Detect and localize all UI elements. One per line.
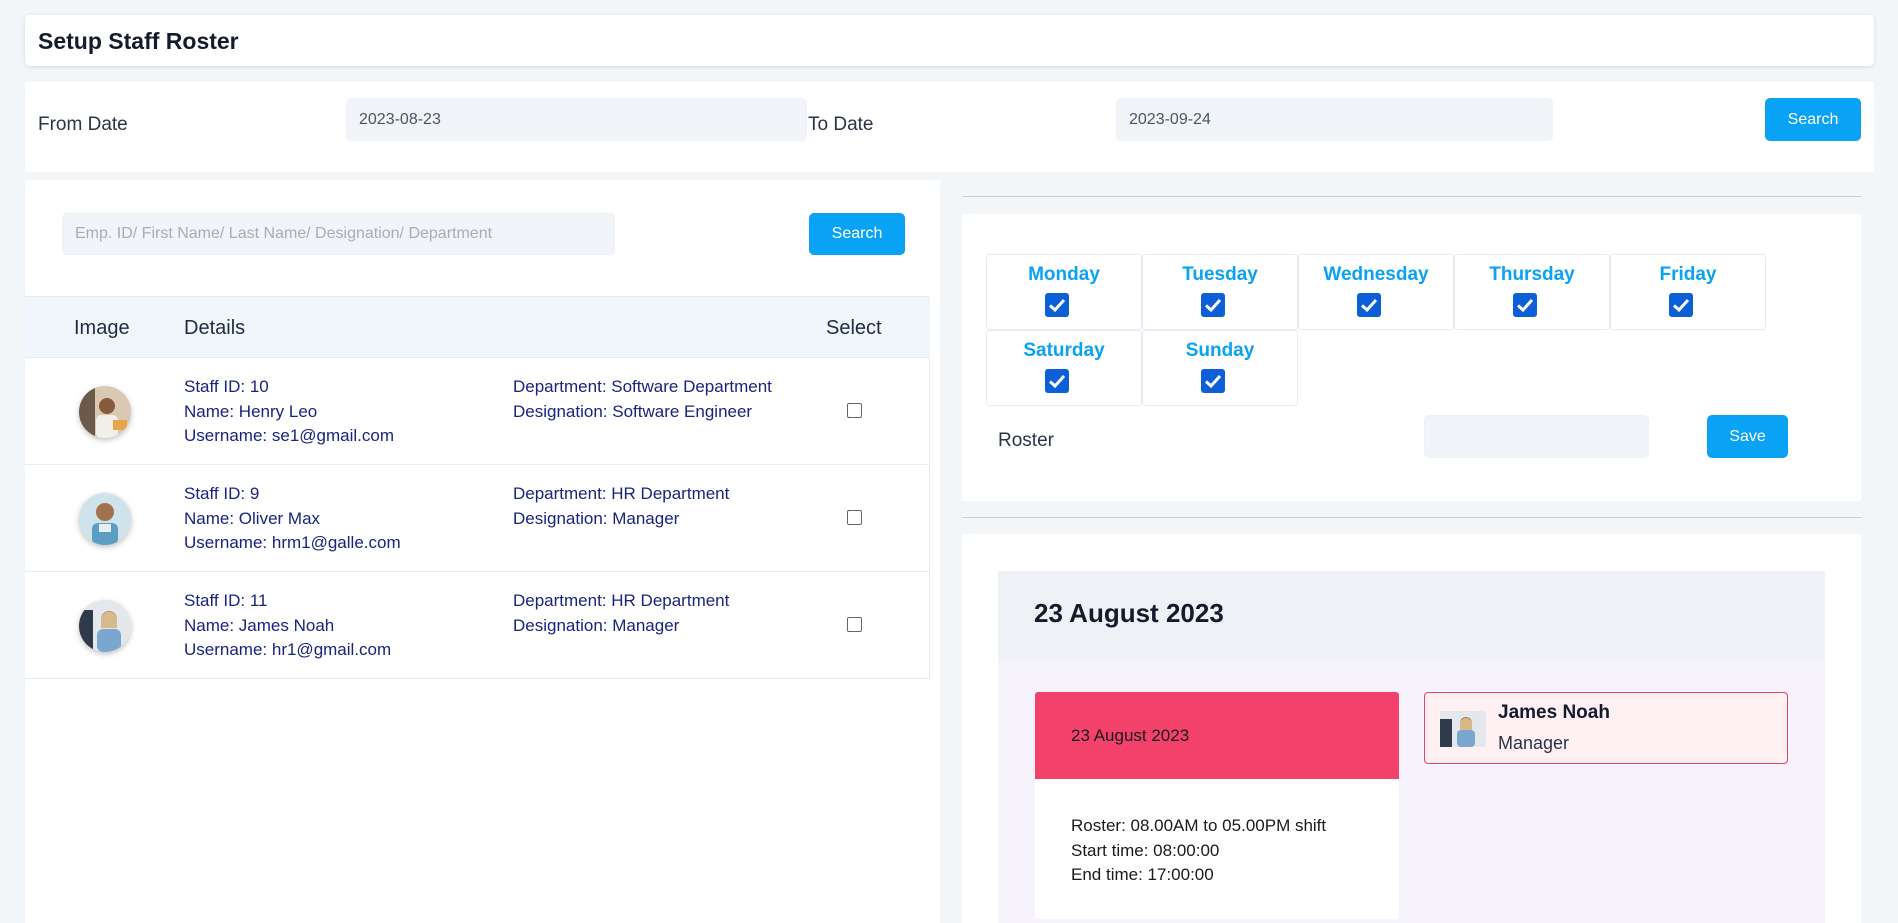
staff-name: Name: Henry Leo [184, 401, 318, 421]
from-date-input[interactable] [346, 98, 807, 141]
avatar [79, 600, 131, 652]
page-title: Setup Staff Roster [38, 28, 239, 54]
staff-org-details: Department: HR Department Designation: M… [513, 589, 729, 638]
day-label: Wednesday [1323, 264, 1429, 285]
divider [962, 517, 1862, 518]
staff-details: Staff ID: 10 Name: Henry Leo Username: s… [184, 375, 394, 449]
staff-designation: Designation: Manager [513, 508, 680, 528]
day-label: Tuesday [1182, 264, 1258, 285]
day-friday[interactable]: Friday [1610, 254, 1766, 330]
staff-details: Staff ID: 9 Name: Oliver Max Username: h… [184, 482, 401, 556]
sunday-checkbox[interactable] [1201, 369, 1225, 393]
check-icon [1360, 298, 1378, 313]
staff-designation: Designation: Manager [513, 615, 680, 635]
avatar [79, 386, 131, 438]
staff-username: Username: hr1@gmail.com [184, 640, 392, 659]
event-end-time: End time: 17:00:00 [1071, 865, 1214, 884]
employee-panel: Search Image Details Select Staff ID: 10… [25, 180, 940, 923]
staff-id: Staff ID: 11 [184, 591, 268, 610]
day-saturday[interactable]: Saturday [986, 330, 1142, 406]
select-checkbox[interactable] [847, 617, 862, 632]
day-label: Thursday [1489, 264, 1575, 285]
day-wednesday[interactable]: Wednesday [1298, 254, 1454, 330]
staff-org-details: Department: Software Department Designat… [513, 375, 772, 424]
check-icon [1204, 374, 1222, 389]
avatar [1440, 711, 1486, 747]
friday-checkbox[interactable] [1669, 293, 1693, 317]
assigned-staff-name: James Noah [1498, 702, 1610, 723]
to-date-label: To Date [808, 114, 874, 135]
table-row: Staff ID: 10 Name: Henry Leo Username: s… [25, 358, 930, 465]
staff-designation: Designation: Software Engineer [513, 401, 753, 421]
day-label: Friday [1659, 264, 1717, 285]
roster-label: Roster [998, 430, 1054, 451]
event-start-time: Start time: 08:00:00 [1071, 840, 1220, 860]
page-header: Setup Staff Roster [25, 15, 1874, 66]
details-column-header: Details [184, 317, 246, 339]
staff-details: Staff ID: 11 Name: James Noah Username: … [184, 589, 391, 663]
save-button[interactable]: Save [1707, 415, 1788, 458]
select-checkbox[interactable] [847, 510, 862, 525]
day-sunday[interactable]: Sunday [1142, 330, 1298, 406]
image-column-header: Image [74, 317, 130, 339]
day-thursday[interactable]: Thursday [1454, 254, 1610, 330]
table-row: Staff ID: 9 Name: Oliver Max Username: h… [25, 465, 930, 572]
check-icon [1672, 298, 1690, 313]
roster-input[interactable] [1424, 415, 1649, 458]
select-checkbox[interactable] [847, 403, 862, 418]
event-details: Roster: 08.00AM to 05.00PM shift Start t… [1071, 814, 1326, 888]
employee-search-input[interactable] [62, 213, 615, 255]
calendar-date-heading: 23 August 2023 [1034, 598, 1224, 628]
date-search-button[interactable]: Search [1765, 98, 1861, 141]
check-icon [1516, 298, 1534, 313]
table-row: Staff ID: 11 Name: James Noah Username: … [25, 572, 930, 679]
roster-days-panel: Monday Tuesday Wednesday Thursday Friday… [962, 214, 1861, 501]
calendar-panel: 23 August 2023 23 August 2023 Roster: 08… [962, 534, 1861, 923]
calendar-body: 23 August 2023 Roster: 08.00AM to 05.00P… [998, 659, 1825, 923]
event-header: 23 August 2023 [1035, 692, 1399, 779]
event-roster: Roster: 08.00AM to 05.00PM shift [1071, 816, 1327, 835]
thursday-checkbox[interactable] [1513, 293, 1537, 317]
staff-id: Staff ID: 10 [184, 377, 269, 396]
staff-department: Department: HR Department [513, 591, 730, 610]
employee-search-button[interactable]: Search [809, 213, 905, 255]
monday-checkbox[interactable] [1045, 293, 1069, 317]
employee-table: Image Details Select Staff ID: 10 Name: … [25, 296, 930, 679]
event-date: 23 August 2023 [1071, 726, 1190, 745]
tuesday-checkbox[interactable] [1201, 293, 1225, 317]
saturday-checkbox[interactable] [1045, 369, 1069, 393]
staff-name: Name: James Noah [184, 615, 335, 635]
calendar-header: 23 August 2023 [998, 571, 1825, 659]
check-icon [1048, 374, 1066, 389]
to-date-input[interactable] [1116, 98, 1553, 141]
staff-name: Name: Oliver Max [184, 508, 321, 528]
staff-department: Department: HR Department [513, 484, 730, 503]
select-column-header: Select [826, 317, 882, 339]
staff-org-details: Department: HR Department Designation: M… [513, 482, 729, 531]
staff-username: Username: hrm1@galle.com [184, 533, 401, 552]
day-tuesday[interactable]: Tuesday [1142, 254, 1298, 330]
check-icon [1048, 298, 1066, 313]
wednesday-checkbox[interactable] [1357, 293, 1381, 317]
table-header: Image Details Select [25, 296, 930, 358]
assigned-staff-card[interactable]: James Noah Manager [1424, 692, 1788, 764]
day-label: Saturday [1023, 340, 1105, 361]
day-label: Sunday [1185, 340, 1255, 361]
day-monday[interactable]: Monday [986, 254, 1142, 330]
from-date-label: From Date [38, 114, 128, 135]
staff-department: Department: Software Department [513, 377, 772, 396]
staff-username: Username: se1@gmail.com [184, 426, 394, 445]
divider [962, 196, 1862, 197]
date-filter-panel: From Date To Date Search [25, 82, 1874, 172]
day-label: Monday [1028, 264, 1100, 285]
avatar [79, 493, 131, 545]
staff-id: Staff ID: 9 [184, 484, 260, 503]
assigned-staff-role: Manager [1498, 733, 1570, 753]
roster-event-card[interactable]: 23 August 2023 Roster: 08.00AM to 05.00P… [1035, 692, 1399, 919]
check-icon [1204, 298, 1222, 313]
